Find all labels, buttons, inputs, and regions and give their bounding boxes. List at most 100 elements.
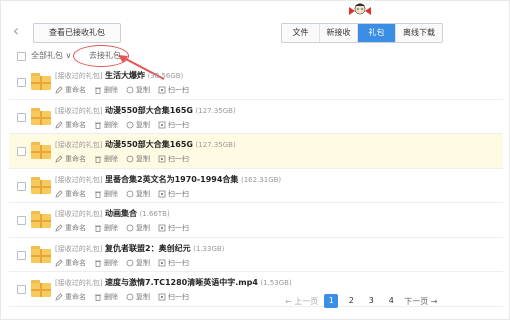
row-checkbox[interactable] <box>17 250 26 260</box>
trash-icon <box>95 294 101 301</box>
qr-icon <box>158 121 166 128</box>
scan-action[interactable]: 扫一扫 <box>158 154 189 164</box>
copy-icon <box>126 121 134 128</box>
gift-name[interactable]: 复仇者联盟2：奥创纪元 <box>105 244 191 253</box>
qr-icon <box>158 86 166 94</box>
rename-action[interactable]: 重命名 <box>55 258 86 268</box>
gift-name[interactable]: 动漫550部大合集165G <box>105 140 193 149</box>
gift-size: (127.35GB) <box>195 106 236 115</box>
gift-folder-icon <box>31 245 51 263</box>
view-received-gifts-button[interactable]: 查看已接收礼包 <box>33 23 121 43</box>
row-checkbox[interactable] <box>17 216 26 225</box>
select-all-checkbox[interactable] <box>17 52 26 61</box>
rename-action[interactable]: 重命名 <box>55 223 86 233</box>
gift-size: (1.33GB) <box>193 244 225 253</box>
copy-action[interactable]: 复制 <box>126 223 150 233</box>
page-1[interactable]: 1 <box>324 294 339 308</box>
qr-icon <box>158 259 166 266</box>
trash-icon <box>95 87 101 94</box>
copy-action[interactable]: 复制 <box>126 189 150 199</box>
tab-files[interactable]: 文件 <box>282 24 320 42</box>
copy-action[interactable]: 复制 <box>126 85 150 95</box>
received-gift-tag: [接收过的礼包] <box>55 72 103 80</box>
scan-action[interactable]: 扫一扫 <box>158 258 189 268</box>
list-item[interactable]: [接收过的礼包] 动漫550部大合集165G (127.35GB) 重命名 删除… <box>9 100 503 134</box>
delete-action[interactable]: 删除 <box>94 223 118 233</box>
scan-action[interactable]: 扫一扫 <box>158 85 189 95</box>
scan-action[interactable]: 扫一扫 <box>158 292 189 302</box>
page-2[interactable]: 2 <box>344 294 358 308</box>
row-checkbox[interactable] <box>17 78 26 87</box>
trash-icon <box>95 225 101 232</box>
mascot-decoration-icon <box>349 3 371 15</box>
tab-new-received[interactable]: 新接收 <box>320 24 358 42</box>
copy-icon <box>126 86 134 94</box>
delete-action[interactable]: 删除 <box>94 154 118 164</box>
tab-offline-download[interactable]: 离线下载 <box>396 24 442 42</box>
prev-page-link[interactable]: ← 上一页 <box>285 296 318 307</box>
copy-action[interactable]: 复制 <box>126 154 150 164</box>
gift-folder-icon <box>31 176 51 194</box>
gift-folder-icon <box>31 211 51 228</box>
rename-action[interactable]: 重命名 <box>55 189 86 199</box>
row-checkbox[interactable] <box>17 112 26 122</box>
qr-icon <box>158 190 166 197</box>
copy-icon <box>126 190 134 197</box>
delete-action[interactable]: 删除 <box>94 120 118 130</box>
copy-icon <box>126 224 134 232</box>
pencil-icon <box>55 155 63 163</box>
copy-icon <box>126 259 134 266</box>
tab-gifts[interactable]: 礼包 <box>358 24 396 42</box>
page-3[interactable]: 3 <box>364 294 378 308</box>
row-checkbox[interactable] <box>17 147 26 156</box>
back-chevron-icon[interactable]: ‹ <box>9 21 23 43</box>
rename-action[interactable]: 重命名 <box>55 85 86 95</box>
cloud-drive-gift-panel: ‹ 查看已接收礼包 文件 新接收 礼包 离线下载 全部礼包 ∨ 去接礼包 [接收… <box>0 0 510 320</box>
scan-action[interactable]: 扫一扫 <box>158 223 189 233</box>
gift-folder-icon <box>31 107 51 125</box>
all-gifts-dropdown[interactable]: 全部礼包 ∨ <box>31 50 71 61</box>
row-checkbox[interactable] <box>17 181 26 191</box>
page-4[interactable]: 4 <box>384 294 398 308</box>
section-tabs: 文件 新接收 礼包 离线下载 <box>281 23 443 43</box>
pencil-icon <box>55 86 63 94</box>
rename-action[interactable]: 重命名 <box>55 154 86 164</box>
delete-action[interactable]: 删除 <box>94 189 118 199</box>
received-gift-tag: [接收过的礼包] <box>55 210 103 218</box>
gift-name[interactable]: 动画集合 <box>105 209 137 218</box>
delete-action[interactable]: 删除 <box>94 258 118 268</box>
received-gift-tag: [接收过的礼包] <box>55 244 103 253</box>
rename-action[interactable]: 重命名 <box>55 292 86 302</box>
gift-size: (127.35GB) <box>195 141 236 149</box>
gift-name[interactable]: 动漫550部大合集165G <box>105 106 193 115</box>
pencil-icon <box>55 120 63 129</box>
next-page-link[interactable]: 下一页 → <box>404 296 437 307</box>
copy-action[interactable]: 复制 <box>126 258 150 268</box>
qr-icon <box>158 155 166 163</box>
list-item[interactable]: [接收过的礼包] 生活大爆炸 (38.56GB) 重命名 删除 复制 扫一扫 <box>9 65 503 100</box>
gift-folder-icon <box>31 73 51 90</box>
copy-action[interactable]: 复制 <box>126 292 150 302</box>
delete-action[interactable]: 删除 <box>94 292 118 302</box>
gift-size: (38.56GB) <box>147 72 184 80</box>
rename-action[interactable]: 重命名 <box>55 120 86 130</box>
list-item[interactable]: [接收过的礼包] 动漫550部大合集165G (127.35GB) 重命名 删除… <box>9 134 503 169</box>
scan-action[interactable]: 扫一扫 <box>158 120 189 130</box>
list-item[interactable]: [接收过的礼包] 里番合集2英文名为1970-1994合集 (162.31GB)… <box>9 169 503 203</box>
delete-action[interactable]: 删除 <box>94 85 118 95</box>
copy-action[interactable]: 复制 <box>126 120 150 130</box>
list-item[interactable]: [接收过的礼包] 动画集合 (1.66TB) 重命名 删除 复制 扫一扫 <box>9 203 503 238</box>
row-checkbox[interactable] <box>17 285 26 294</box>
pencil-icon <box>55 258 63 267</box>
gift-name[interactable]: 里番合集2英文名为1970-1994合集 <box>105 175 238 184</box>
top-toolbar: ‹ 查看已接收礼包 文件 新接收 礼包 离线下载 <box>9 19 503 45</box>
received-gift-tag: [接收过的礼包] <box>55 106 103 115</box>
received-gift-tag: [接收过的礼包] <box>55 141 103 149</box>
received-gift-tag: [接收过的礼包] <box>55 279 103 287</box>
list-item[interactable]: [接收过的礼包] 复仇者联盟2：奥创纪元 (1.33GB) 重命名 删除 复制 … <box>9 238 503 272</box>
gift-name[interactable]: 速度与激情7.TC1280清晰英语中字.mp4 <box>105 278 258 287</box>
scan-action[interactable]: 扫一扫 <box>158 189 189 199</box>
pencil-icon <box>55 189 63 198</box>
gift-name[interactable]: 生活大爆炸 <box>105 71 145 80</box>
qr-icon <box>158 224 166 232</box>
